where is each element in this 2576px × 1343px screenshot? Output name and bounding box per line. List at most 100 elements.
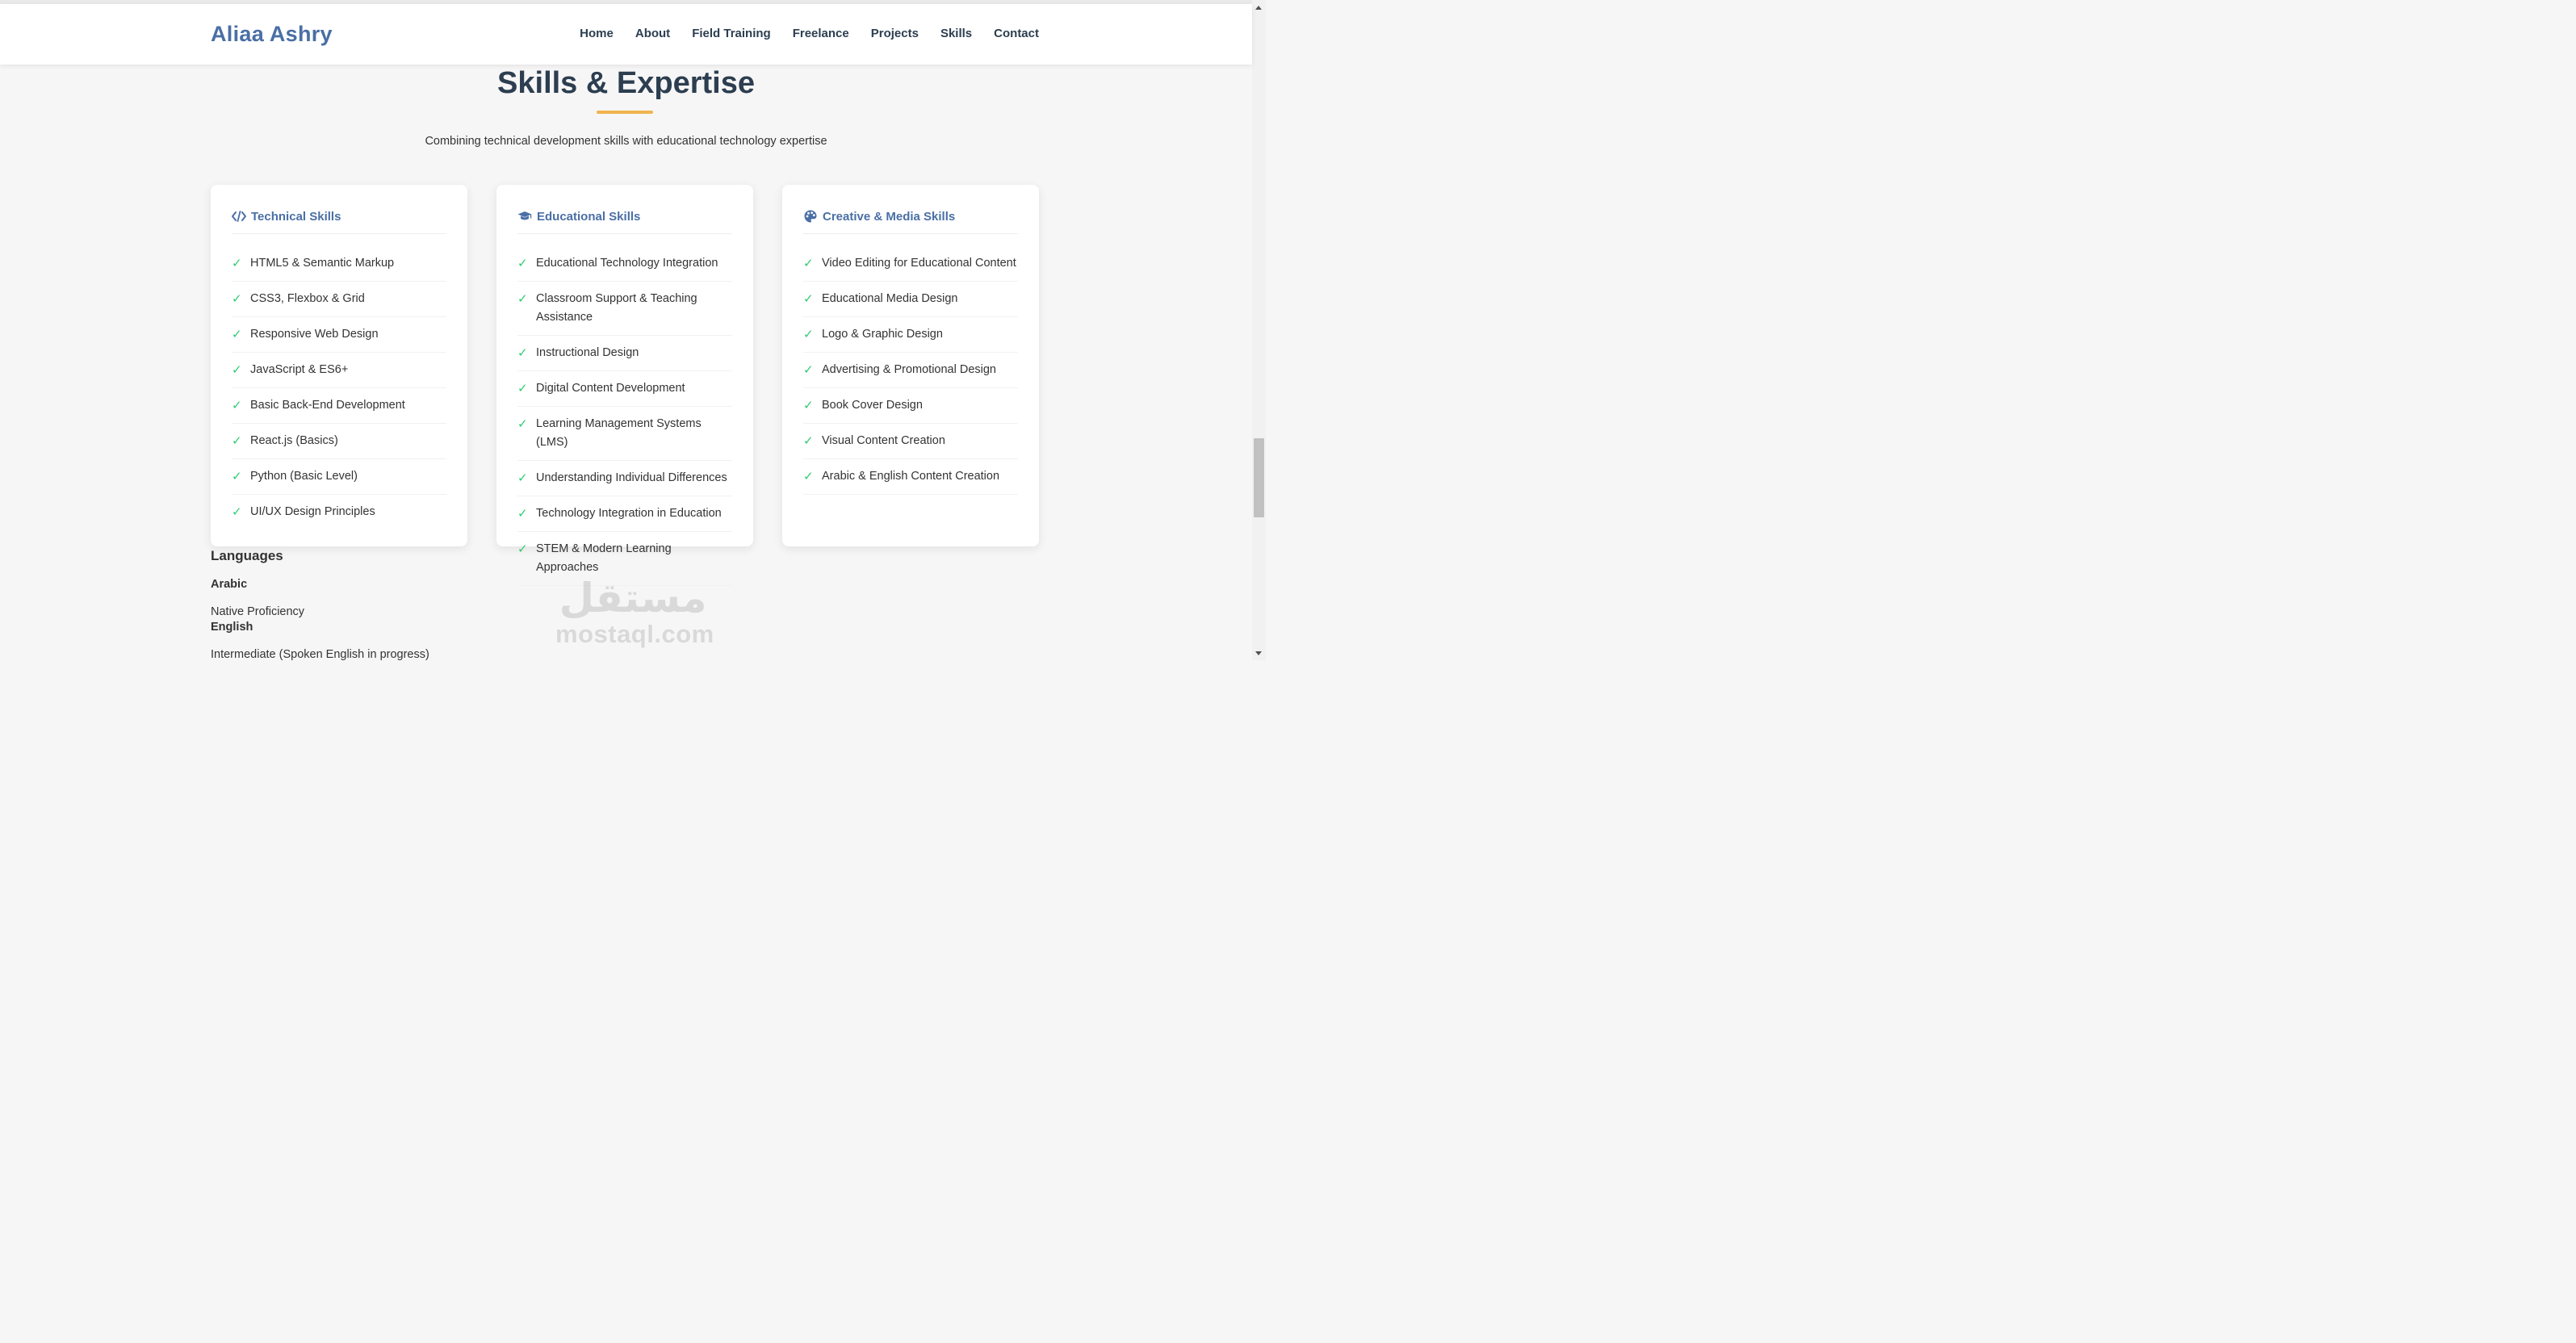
check-icon: ✓ [232,328,242,341]
language-name-arabic: Arabic [211,578,248,591]
check-icon: ✓ [232,257,242,270]
check-icon: ✓ [232,470,242,483]
language-name-english: English [211,621,253,634]
list-item: ✓ Advertising & Promotional Design [803,353,1018,388]
list-item: ✓ Video Editing for Educational Content [803,246,1018,282]
nav-projects-link[interactable]: Projects [871,27,919,40]
skill-label: Responsive Web Design [250,328,379,341]
scroll-up-arrow-icon[interactable] [1255,6,1262,10]
list-item: ✓ Classroom Support & Teaching Assistance [517,282,732,336]
technical-skills-card: Technical Skills ✓ HTML5 & Semantic Marku… [211,185,467,546]
graduation-cap-icon [517,209,532,224]
check-icon: ✓ [517,471,528,485]
check-icon: ✓ [517,292,528,306]
check-icon: ✓ [232,505,242,519]
check-icon: ✓ [232,399,242,412]
skill-label: Logo & Graphic Design [822,328,943,341]
skill-label: Basic Back-End Development [250,399,405,412]
scroll-down-arrow-icon[interactable] [1255,651,1262,655]
section-subtitle: Combining technical development skills w… [425,135,827,148]
creative-media-skills-card: Creative & Media Skills ✓ Video Editing f… [782,185,1039,546]
mostaql-arabic-logo: مستقل [559,575,707,621]
list-item: ✓ UI/UX Design Principles [232,495,446,529]
check-icon: ✓ [803,363,814,377]
check-icon: ✓ [232,363,242,377]
list-item: ✓ Educational Technology Integration [517,246,732,282]
check-icon: ✓ [803,470,814,483]
skill-label: Classroom Support & Teaching Assistance [536,292,697,324]
nav-menu: Home About Field Training Freelance Proj… [580,27,1039,40]
nav-about-link[interactable]: About [635,27,670,40]
card-header: Educational Skills [517,204,732,234]
list-item: ✓ React.js (Basics) [232,424,446,459]
palette-icon [803,209,818,224]
mostaql-watermark: مستقل mostaql.com [555,571,714,649]
skill-label: Educational Technology Integration [536,257,718,270]
list-item: ✓ Learning Management Systems (LMS) [517,407,732,461]
language-level-arabic: Native Proficiency [211,605,305,618]
list-item: ✓ Technology Integration in Education [517,496,732,532]
vertical-scrollbar[interactable] [1252,0,1266,660]
code-icon [232,209,246,224]
brand-logo[interactable]: Aliaa Ashry [211,22,333,47]
languages-heading: Languages [211,548,283,563]
list-item: ✓ HTML5 & Semantic Markup [232,246,446,282]
check-icon: ✓ [517,507,528,521]
skill-list: ✓ Video Editing for Educational Content ✓… [803,246,1018,495]
list-item: ✓ Instructional Design [517,336,732,371]
list-item: ✓ Logo & Graphic Design [803,317,1018,353]
check-icon: ✓ [517,346,528,360]
list-item: ✓ Understanding Individual Differences [517,461,732,496]
skill-label: Advertising & Promotional Design [822,363,996,376]
skill-label: Educational Media Design [822,292,958,305]
navbar: Aliaa Ashry Home About Field Training Fr… [0,4,1252,65]
nav-skills-link[interactable]: Skills [940,27,972,40]
nav-contact-link[interactable]: Contact [994,27,1039,40]
list-item: ✓ Book Cover Design [803,388,1018,424]
nav-field-training-link[interactable]: Field Training [692,27,771,40]
skill-label: JavaScript & ES6+ [250,363,349,376]
list-item: ✓ CSS3, Flexbox & Grid [232,282,446,317]
skill-label: UI/UX Design Principles [250,505,375,518]
skill-list: ✓ Educational Technology Integration ✓ Cla… [517,246,732,586]
skill-label: Video Editing for Educational Content [822,257,1016,270]
list-item: ✓ JavaScript & ES6+ [232,353,446,388]
list-item: ✓ Python (Basic Level) [232,459,446,495]
list-item: ✓ Basic Back-End Development [232,388,446,424]
check-icon: ✓ [517,257,528,270]
check-icon: ✓ [803,257,814,270]
skill-label: Technology Integration in Education [536,507,722,520]
skill-label: Learning Management Systems (LMS) [536,417,702,449]
skill-label: CSS3, Flexbox & Grid [250,292,365,305]
mostaql-domain: mostaql.com [555,620,714,648]
educational-skills-card: Educational Skills ✓ Educational Technolo… [496,185,753,586]
nav-freelance-link[interactable]: Freelance [793,27,849,40]
check-icon: ✓ [803,328,814,341]
skill-label: Book Cover Design [822,399,923,412]
card-header: Creative & Media Skills [803,204,1018,234]
check-icon: ✓ [517,382,528,395]
check-icon: ✓ [517,417,528,431]
list-item: ✓ Visual Content Creation [803,424,1018,459]
list-item: ✓ Responsive Web Design [232,317,446,353]
languages-section: Languages Arabic Native Proficiency Engl… [211,548,534,661]
card-title: Educational Skills [537,209,641,224]
skill-label: React.js (Basics) [250,434,338,447]
check-icon: ✓ [803,292,814,306]
skill-label: Arabic & English Content Creation [822,470,1000,483]
skill-label: Digital Content Development [536,382,685,395]
skill-label: Python (Basic Level) [250,470,358,483]
skill-label: Instructional Design [536,346,639,359]
card-title: Technical Skills [251,209,341,224]
skill-label: HTML5 & Semantic Markup [250,257,395,270]
check-icon: ✓ [803,434,814,448]
nav-home-link[interactable]: Home [580,27,614,40]
list-item: ✓ Educational Media Design [803,282,1018,317]
scrollbar-thumb[interactable] [1254,438,1264,517]
skill-label: Visual Content Creation [822,434,945,447]
check-icon: ✓ [803,399,814,412]
check-icon: ✓ [232,292,242,306]
svg-text:مستقل: مستقل [559,575,707,621]
check-icon: ✓ [232,434,242,448]
language-level-english: Intermediate (Spoken English in progress… [211,648,429,661]
